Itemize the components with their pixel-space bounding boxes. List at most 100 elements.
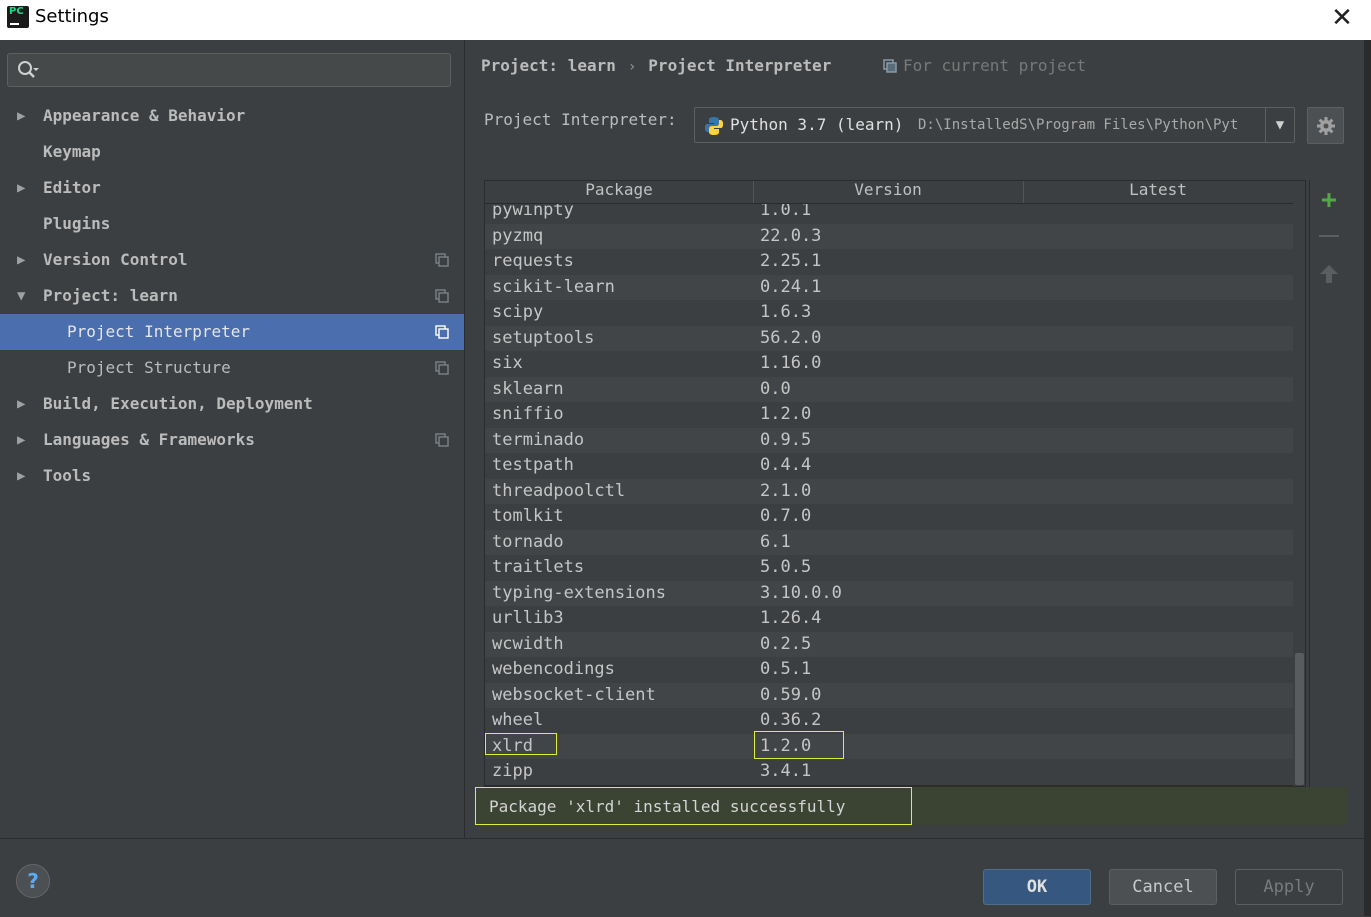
project-scope-icon: [435, 289, 449, 303]
upgrade-arrow-icon[interactable]: [1317, 262, 1341, 286]
sidebar-item-version-control[interactable]: ▶ Version Control: [0, 242, 464, 278]
package-version: 1.26.4: [760, 608, 822, 628]
title-bar: PC Settings ✕: [0, 0, 1371, 40]
apply-button[interactable]: Apply: [1235, 869, 1343, 905]
table-row[interactable]: terminado 0.9.5: [485, 427, 1293, 453]
remove-package-icon[interactable]: [1317, 224, 1341, 248]
sidebar-item-project-learn[interactable]: ▼ Project: learn: [0, 278, 464, 314]
package-version: 56.2.0: [760, 327, 822, 348]
table-row[interactable]: traitlets 5.0.5: [485, 555, 1293, 581]
interpreter-select[interactable]: Python 3.7 (learn) D:\InstalledS\Program…: [694, 107, 1295, 143]
sidebar-item-editor[interactable]: ▶ Editor: [0, 170, 464, 206]
expand-arrow-down-icon[interactable]: ▼: [17, 278, 31, 314]
column-header-package[interactable]: Package: [485, 181, 754, 203]
chevron-down-icon[interactable]: ▼: [1265, 108, 1294, 142]
sidebar-item-label: Plugins: [43, 214, 111, 233]
scrollbar-thumb[interactable]: [1295, 653, 1304, 785]
sidebar-item-label: Project Interpreter: [67, 322, 251, 341]
sidebar-item-tools[interactable]: ▶ Tools: [0, 458, 464, 494]
sidebar-item-build-execution-deployment[interactable]: ▶ Build, Execution, Deployment: [0, 386, 464, 422]
table-row[interactable]: zipp 3.4.1: [485, 759, 1293, 785]
package-version: 0.9.5: [760, 429, 812, 450]
table-row[interactable]: sklearn 0.0: [485, 376, 1293, 402]
search-input[interactable]: [7, 53, 451, 87]
package-version: 1.6.3: [760, 302, 812, 322]
help-button[interactable]: ?: [16, 864, 50, 898]
table-row[interactable]: testpath 0.4.4: [485, 453, 1293, 479]
breadcrumb: Project: learn › Project Interpreter: [481, 56, 831, 80]
package-version: 22.0.3: [760, 225, 822, 246]
add-package-icon[interactable]: +: [1317, 187, 1341, 213]
project-scope-icon: [435, 253, 449, 267]
table-row[interactable]: scikit-learn 0.24.1: [485, 274, 1293, 300]
package-version: 5.0.5: [760, 557, 812, 577]
breadcrumb-project[interactable]: Project: learn: [481, 56, 616, 75]
settings-sidebar: ▶ Appearance & Behavior Keymap ▶ Editor Plugi…: [0, 40, 464, 838]
package-name: terminado: [492, 429, 585, 450]
table-row[interactable]: tornado 6.1: [485, 529, 1293, 555]
project-scope-icon: [435, 325, 449, 339]
settings-tree: ▶ Appearance & Behavior Keymap ▶ Editor Plugi…: [0, 98, 464, 494]
column-header-latest[interactable]: Latest: [1023, 181, 1293, 203]
ok-button[interactable]: OK: [983, 869, 1091, 905]
highlight-xlrd-version: [754, 731, 844, 759]
package-name: setuptools: [492, 327, 595, 348]
table-row[interactable]: pyzmq 22.0.3: [485, 223, 1293, 249]
interpreter-settings-button[interactable]: [1307, 107, 1344, 144]
table-row[interactable]: websocket-client 0.59.0: [485, 682, 1293, 708]
expand-arrow-right-icon[interactable]: ▶: [17, 386, 31, 422]
sidebar-item-project-interpreter[interactable]: Project Interpreter: [0, 314, 464, 350]
table-row[interactable]: setuptools 56.2.0: [485, 325, 1293, 351]
window-title: Settings: [35, 6, 109, 27]
package-name: urllib3: [492, 608, 564, 628]
table-row[interactable]: six 1.16.0: [485, 351, 1293, 377]
sidebar-item-plugins[interactable]: Plugins: [0, 206, 464, 242]
sidebar-item-languages-frameworks[interactable]: ▶ Languages & Frameworks: [0, 422, 464, 458]
table-row[interactable]: scipy 1.6.3: [485, 300, 1293, 326]
table-scrollbar[interactable]: [1293, 181, 1305, 786]
package-version: 0.7.0: [760, 506, 812, 526]
cancel-button[interactable]: Cancel: [1109, 869, 1217, 905]
table-row[interactable]: xlrd 1.2.0: [485, 733, 1293, 759]
package-name: websocket-client: [492, 684, 656, 705]
table-row[interactable]: wcwidth 0.2.5: [485, 631, 1293, 657]
package-version: 0.4.4: [760, 455, 812, 475]
package-toolbar: +: [1309, 180, 1348, 787]
table-row[interactable]: tomlkit 0.7.0: [485, 504, 1293, 530]
expand-arrow-right-icon[interactable]: ▶: [17, 422, 31, 458]
table-row[interactable]: sniffio 1.2.0: [485, 402, 1293, 428]
expand-arrow-right-icon[interactable]: ▶: [17, 458, 31, 494]
table-row[interactable]: typing-extensions 3.10.0.0: [485, 580, 1293, 606]
table-row[interactable]: urllib3 1.26.4: [485, 606, 1293, 632]
project-scope-icon: [435, 361, 449, 375]
sidebar-item-keymap[interactable]: Keymap: [0, 134, 464, 170]
expand-arrow-right-icon[interactable]: ▶: [17, 98, 31, 134]
sidebar-item-appearance-behavior[interactable]: ▶ Appearance & Behavior: [0, 98, 464, 134]
package-version: 2.25.1: [760, 251, 822, 271]
table-row[interactable]: webencodings 0.5.1: [485, 657, 1293, 683]
packages-table: pywinpty 1.0.1 pyzmq 22.0.3 requests 2.25.1 sc…: [484, 180, 1306, 787]
expand-arrow-right-icon[interactable]: ▶: [17, 170, 31, 206]
package-version: 3.10.0.0: [760, 582, 842, 603]
package-name: traitlets: [492, 557, 585, 577]
table-row[interactable]: requests 2.25.1: [485, 249, 1293, 275]
package-version: 1.2.0: [760, 404, 812, 424]
column-header-version[interactable]: Version: [753, 181, 1024, 203]
expand-arrow-right-icon[interactable]: ▶: [17, 242, 31, 278]
package-name: tomlkit: [492, 506, 564, 526]
table-row[interactable]: threadpoolctl 2.1.0: [485, 478, 1293, 504]
gear-icon: [1317, 117, 1335, 135]
package-version: 0.0: [760, 378, 791, 399]
close-icon[interactable]: ✕: [1325, 4, 1359, 34]
app-icon-text: PC: [9, 6, 24, 17]
packages-table-header: Package Version Latest: [485, 181, 1293, 204]
for-current-project: For current project: [883, 56, 1086, 75]
panel-divider: [464, 40, 465, 838]
package-version: 6.1: [760, 531, 791, 552]
dialog-footer: ? OK Cancel Apply: [0, 838, 1371, 917]
sidebar-item-project-structure[interactable]: Project Structure: [0, 350, 464, 386]
window-edge: [1364, 40, 1371, 916]
table-row[interactable]: wheel 0.36.2: [485, 708, 1293, 734]
package-name: webencodings: [492, 659, 615, 679]
package-version: 0.5.1: [760, 659, 812, 679]
